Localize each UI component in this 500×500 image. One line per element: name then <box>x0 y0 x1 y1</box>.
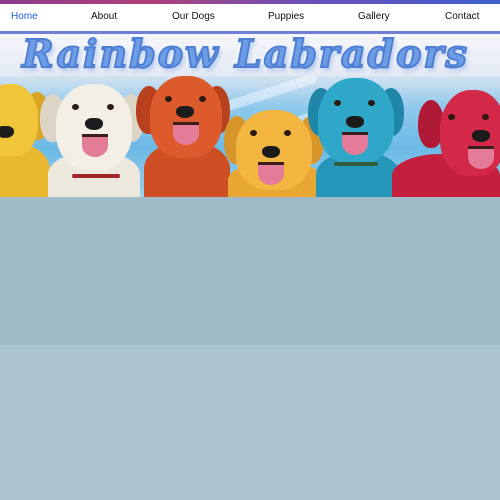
hero-banner: Rainbow Labradors <box>0 34 500 197</box>
banner-title: Rainbow Labradors <box>21 34 469 77</box>
nav-contact-link[interactable]: Contact <box>445 11 479 22</box>
nav-our-dogs-link[interactable]: Our Dogs <box>172 11 215 22</box>
nav-gallery-link[interactable]: Gallery <box>358 11 390 22</box>
nav-puppies-link[interactable]: Puppies <box>268 11 304 22</box>
lower-content-area <box>0 345 500 500</box>
content-area <box>0 197 500 345</box>
nav-about-link[interactable]: About <box>91 11 117 22</box>
main-navigation: Home About Our Dogs Puppies Gallery Cont… <box>0 4 500 34</box>
nav-home-link[interactable]: Home <box>11 11 38 22</box>
